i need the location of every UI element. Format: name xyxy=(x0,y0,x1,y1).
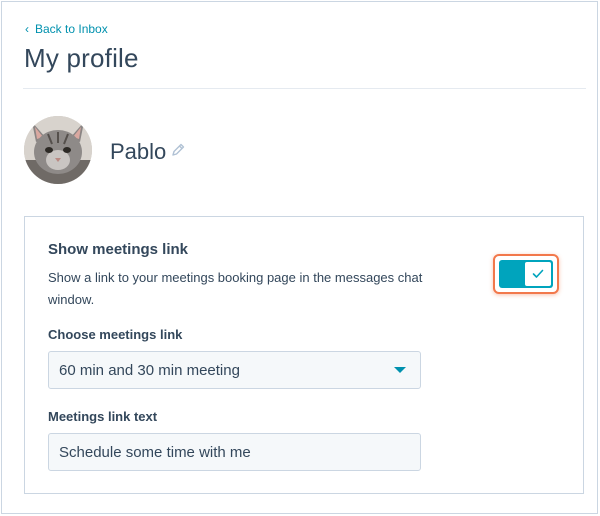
back-link-label: Back to Inbox xyxy=(35,22,108,36)
meetings-link-card: Show meetings link Show a link to your m… xyxy=(24,216,584,494)
page-title: My profile xyxy=(24,43,139,73)
pencil-icon[interactable] xyxy=(170,142,186,158)
meetings-section-title: Show meetings link xyxy=(48,241,189,258)
back-to-inbox-link[interactable]: ‹ Back to Inbox xyxy=(25,22,108,36)
choose-meetings-link-label: Choose meetings link xyxy=(48,327,183,342)
cat-avatar-image xyxy=(24,116,92,184)
avatar xyxy=(24,116,92,184)
profile-page: ‹ Back to Inbox My profile Pablo Show me… xyxy=(1,1,598,514)
chevron-left-icon: ‹ xyxy=(25,22,29,36)
meetings-section-description: Show a link to your meetings booking pag… xyxy=(48,270,423,307)
meetings-link-text-input[interactable] xyxy=(48,433,421,471)
meetings-link-selected-value: 60 min and 30 min meeting xyxy=(59,361,240,379)
meetings-link-select[interactable]: 60 min and 30 min meeting xyxy=(48,351,421,389)
caret-down-icon xyxy=(394,367,406,373)
checkmark-icon xyxy=(532,269,544,278)
show-meetings-link-toggle[interactable] xyxy=(499,260,553,288)
divider xyxy=(23,88,586,89)
toggle-highlight xyxy=(493,254,559,294)
profile-name: Pablo xyxy=(110,139,167,164)
toggle-knob xyxy=(525,262,551,286)
meetings-link-text-label: Meetings link text xyxy=(48,409,158,424)
